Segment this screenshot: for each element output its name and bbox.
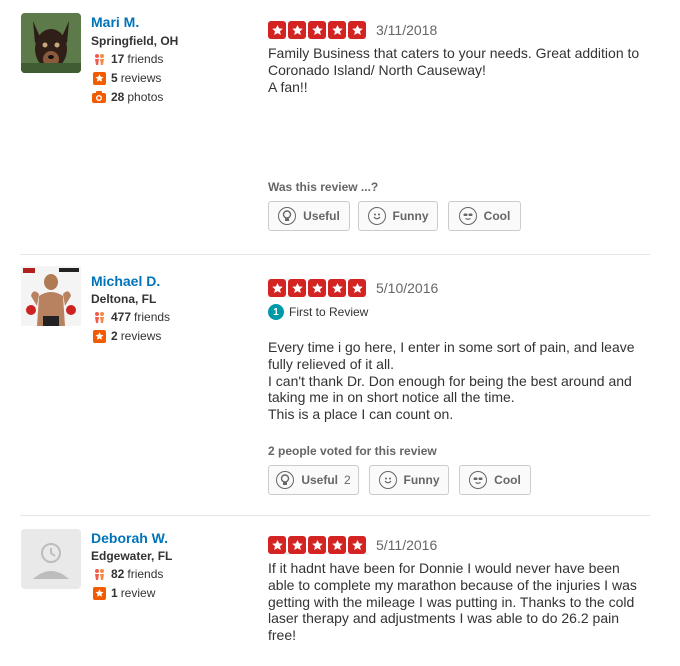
- photos-count: 28 photos: [92, 90, 163, 104]
- star-icon: [308, 536, 326, 554]
- user-name[interactable]: Michael D.: [91, 273, 160, 289]
- vote-prompt: 2 people voted for this review: [268, 444, 437, 458]
- user-location: Springfield, OH: [91, 34, 179, 48]
- vote-prompt: Was this review ...?: [268, 180, 379, 194]
- useful-count: 2: [344, 473, 351, 487]
- cool-button[interactable]: Cool: [448, 201, 521, 231]
- user-avatar[interactable]: [21, 529, 81, 589]
- star-icon: [328, 536, 346, 554]
- friends-icon: [92, 310, 106, 324]
- dog-photo-icon: [21, 13, 81, 73]
- friends-count: 477 friends: [92, 310, 170, 324]
- funny-button[interactable]: Funny: [358, 201, 438, 231]
- useful-button[interactable]: Useful: [268, 201, 350, 231]
- fighter-photo-icon: [21, 266, 81, 326]
- star-icon: [348, 21, 366, 39]
- star-icon: [288, 536, 306, 554]
- badge-number-icon: 1: [268, 304, 284, 320]
- user-name[interactable]: Deborah W.: [91, 530, 168, 546]
- review-date: 5/10/2016: [376, 280, 439, 296]
- smile-icon: [378, 471, 397, 489]
- user-location: Edgewater, FL: [91, 549, 173, 563]
- smile-icon: [367, 207, 386, 225]
- funny-button[interactable]: Funny: [369, 465, 449, 495]
- review-date: 5/11/2016: [376, 537, 438, 553]
- star-icon: [288, 21, 306, 39]
- star-icon: [328, 279, 346, 297]
- star-rating: [268, 279, 366, 297]
- reviews-count: 2 reviews: [92, 329, 161, 343]
- review-divider: [20, 254, 650, 255]
- star-square-icon: [92, 329, 106, 343]
- review-divider: [20, 515, 650, 516]
- friends-icon: [92, 52, 106, 66]
- cool-button[interactable]: Cool: [459, 465, 531, 495]
- useful-button[interactable]: Useful 2: [268, 465, 359, 495]
- sunglasses-icon: [469, 471, 488, 489]
- star-square-icon: [92, 71, 106, 85]
- star-icon: [268, 279, 286, 297]
- user-avatar[interactable]: [21, 266, 81, 326]
- lightbulb-icon: [278, 207, 297, 225]
- star-icon: [268, 21, 286, 39]
- friends-icon: [92, 567, 106, 581]
- user-name[interactable]: Mari M.: [91, 14, 139, 30]
- default-user-icon: [21, 529, 81, 589]
- friends-count: 82 friends: [92, 567, 163, 581]
- star-icon: [348, 536, 366, 554]
- review-text: If it hadnt have been for Donnie I would…: [268, 560, 637, 644]
- friends-count: 17 friends: [92, 52, 163, 66]
- review-text: Family Business that caters to your need…: [268, 45, 640, 95]
- star-square-icon: [92, 586, 106, 600]
- star-rating: [268, 21, 366, 39]
- star-icon: [308, 279, 326, 297]
- lightbulb-icon: [276, 471, 295, 489]
- star-icon: [268, 536, 286, 554]
- star-icon: [308, 21, 326, 39]
- star-icon: [328, 21, 346, 39]
- star-icon: [348, 279, 366, 297]
- reviews-count: 5 reviews: [92, 71, 161, 85]
- reviews-count: 1 review: [92, 586, 155, 600]
- sunglasses-icon: [458, 207, 477, 225]
- first-to-review-badge: 1 First to Review: [268, 304, 368, 320]
- star-rating: [268, 536, 366, 554]
- user-avatar[interactable]: [21, 13, 81, 73]
- camera-icon: [92, 90, 106, 104]
- star-icon: [288, 279, 306, 297]
- review-date: 3/11/2018: [376, 22, 438, 38]
- review-text: Every time i go here, I enter in some so…: [268, 339, 635, 423]
- user-location: Deltona, FL: [91, 292, 157, 306]
